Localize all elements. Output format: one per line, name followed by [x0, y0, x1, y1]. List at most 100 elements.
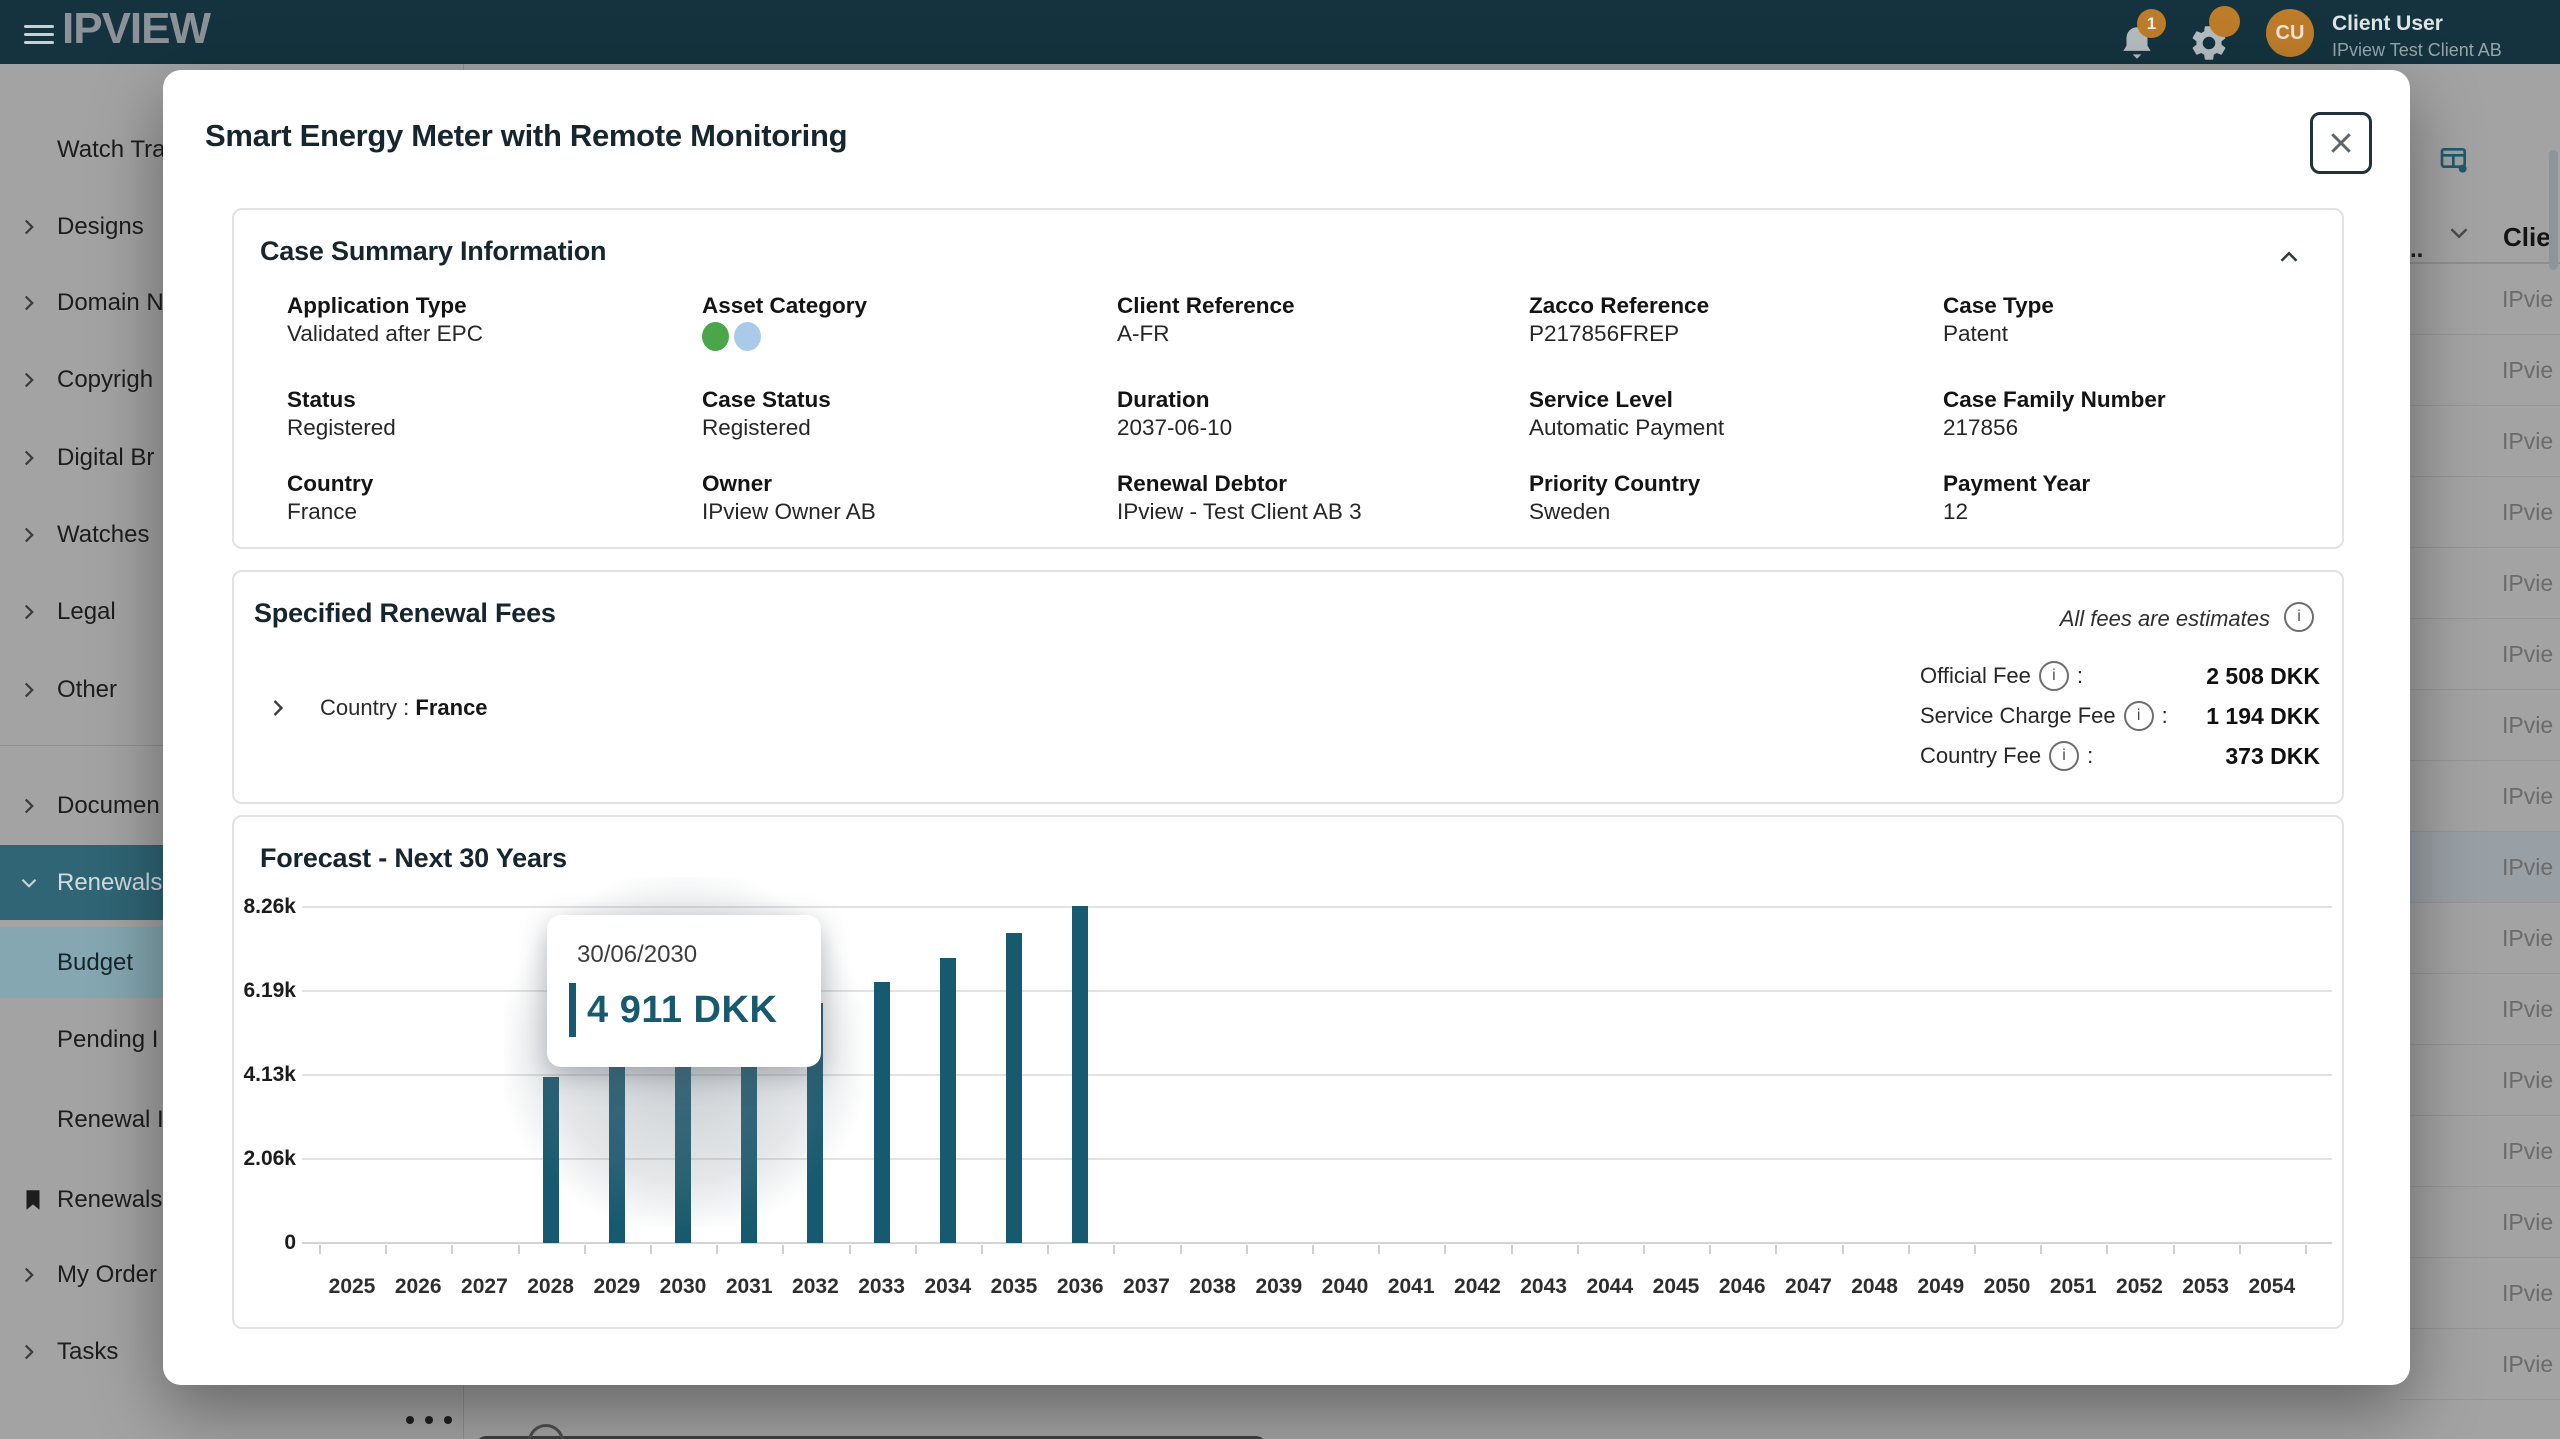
field-country: Country France [287, 470, 702, 527]
fee-value-official: 2 508 DKK [2206, 663, 2320, 690]
table-cell-client: IPvie [2502, 712, 2553, 739]
info-icon[interactable]: i [2284, 602, 2314, 632]
fee-row-official: Official Feei: 2 508 DKK [1920, 660, 2320, 692]
table-cell-client: IPvie [2502, 1351, 2553, 1378]
x-axis-tick [2305, 1245, 2307, 1254]
x-axis-tick [1974, 1245, 1976, 1254]
x-axis-tick-label: 2030 [660, 1275, 707, 1299]
field-application-type: Application Type Validated after EPC [287, 292, 702, 359]
x-axis-tick-label: 2028 [527, 1275, 574, 1299]
column-chevron-down-icon[interactable] [2444, 218, 2474, 248]
chevron-down-icon [16, 870, 42, 896]
notifications-badge: 1 [2137, 9, 2166, 38]
table-rows: IPvieIPvieIPvieIPvieIPvieIPvieIPvieIPvie… [2400, 264, 2560, 1400]
x-axis-tick-label: 2027 [461, 1275, 508, 1299]
x-axis-tick [1312, 1245, 1314, 1254]
fees-estimate-note: All fees are estimates [2060, 606, 2270, 632]
table-row[interactable]: IPvie [2400, 1329, 2560, 1400]
table-row[interactable]: IPvie [2400, 406, 2560, 477]
table-cell-client: IPvie [2502, 925, 2553, 952]
chevron-right-icon [16, 445, 42, 471]
screen: IPVIEW 1 CU Client User IPview Test Clie… [0, 0, 2560, 1439]
x-axis-tick-label: 2052 [2116, 1275, 2163, 1299]
x-axis-tick [915, 1245, 917, 1254]
x-axis-tick-label: 2040 [1322, 1275, 1369, 1299]
x-axis-tick-label: 2054 [2248, 1275, 2295, 1299]
table-row[interactable]: IPvie [2400, 619, 2560, 690]
asset-category-dot-green [702, 322, 729, 351]
close-icon [2326, 128, 2356, 158]
fee-value-country: 373 DKK [2225, 743, 2320, 770]
table-row[interactable]: IPvie [2400, 477, 2560, 548]
info-icon[interactable]: i [2049, 741, 2079, 771]
collapse-chevron-up-icon[interactable] [2274, 242, 2304, 272]
x-axis-tick [319, 1245, 321, 1254]
sidebar-overflow-dots[interactable] [406, 1416, 452, 1424]
table-cell-client: IPvie [2502, 1280, 2553, 1307]
table-row[interactable]: IPvie [2400, 1116, 2560, 1187]
table-row[interactable]: IPvie [2400, 761, 2560, 832]
table-row[interactable]: IPvie [2400, 690, 2560, 761]
tooltip-value: 4 911 DKK [587, 989, 777, 1032]
column-header-client[interactable]: Clie [2503, 222, 2551, 253]
field-case-family-number: Case Family Number 217856 [1943, 386, 2322, 443]
field-service-level: Service Level Automatic Payment [1529, 386, 1943, 443]
forecast-bar-2034[interactable] [940, 958, 956, 1243]
user-name: Client User [2332, 12, 2443, 36]
modal-title: Smart Energy Meter with Remote Monitorin… [205, 118, 847, 154]
y-axis-tick-label: 4.13k [234, 1063, 296, 1087]
x-axis-tick [1775, 1245, 1777, 1254]
x-axis-tick-label: 2043 [1520, 1275, 1567, 1299]
table-row[interactable]: IPvie [2400, 1187, 2560, 1258]
info-icon[interactable]: i [2039, 661, 2069, 691]
background-circle-button[interactable] [528, 1424, 564, 1439]
table-row[interactable]: IPvie [2400, 1258, 2560, 1329]
info-icon[interactable]: i [2124, 701, 2154, 731]
table-cell-client: IPvie [2502, 286, 2553, 313]
app-logo[interactable]: IPVIEW [62, 4, 210, 54]
hamburger-menu-icon[interactable] [24, 20, 54, 44]
field-case-status: Case Status Registered [702, 386, 1117, 443]
forecast-bar-2036[interactable] [1072, 906, 1088, 1243]
x-axis-tick-label: 2034 [924, 1275, 971, 1299]
field-asset-category: Asset Category [702, 292, 1117, 359]
chart-tooltip: 30/06/2030 4 911 DKK [547, 915, 821, 1067]
chevron-right-icon [16, 677, 42, 703]
table-row[interactable]: IPvie [2400, 974, 2560, 1045]
x-axis-tick [981, 1245, 983, 1254]
field-case-type: Case Type Patent [1943, 292, 2322, 359]
user-avatar[interactable]: CU [2266, 9, 2314, 57]
x-axis-tick-label: 2048 [1851, 1275, 1898, 1299]
chevron-right-icon [16, 214, 42, 240]
close-button[interactable] [2310, 112, 2372, 174]
table-row[interactable]: IPvie [2400, 832, 2560, 903]
table-row[interactable]: IPvie [2400, 1045, 2560, 1116]
table-row[interactable]: IPvie [2400, 548, 2560, 619]
truncated-column-header: .. [2410, 236, 2423, 264]
fee-group-country-row[interactable]: Country : France [264, 694, 488, 722]
x-axis-tick-label: 2045 [1653, 1275, 1700, 1299]
vertical-scrollbar[interactable] [2549, 150, 2558, 270]
x-axis-tick [1842, 1245, 1844, 1254]
field-duration: Duration 2037-06-10 [1117, 386, 1529, 443]
chevron-right-icon [16, 1339, 42, 1365]
table-column-settings-icon[interactable] [2438, 144, 2470, 176]
x-axis-tick-label: 2036 [1057, 1275, 1104, 1299]
chevron-right-icon [16, 793, 42, 819]
x-axis-tick-label: 2026 [395, 1275, 442, 1299]
renewal-fees-card: Specified Renewal Fees All fees are esti… [232, 570, 2344, 804]
forecast-bar-2033[interactable] [874, 982, 890, 1243]
x-axis-tick [849, 1245, 851, 1254]
x-axis-tick-label: 2032 [792, 1275, 839, 1299]
table-row[interactable]: IPvie [2400, 335, 2560, 406]
field-priority-country: Priority Country Sweden [1529, 470, 1943, 527]
chevron-right-icon [16, 599, 42, 625]
x-axis-tick-label: 2044 [1586, 1275, 1633, 1299]
forecast-bar-2035[interactable] [1006, 933, 1022, 1243]
field-client-reference: Client Reference A-FR [1117, 292, 1529, 359]
table-row[interactable]: IPvie [2400, 903, 2560, 974]
x-axis-tick-label: 2053 [2182, 1275, 2229, 1299]
table-row[interactable]: IPvie [2400, 264, 2560, 335]
field-renewal-debtor: Renewal Debtor IPview - Test Client AB 3 [1117, 470, 1529, 527]
chevron-right-icon [16, 522, 42, 548]
